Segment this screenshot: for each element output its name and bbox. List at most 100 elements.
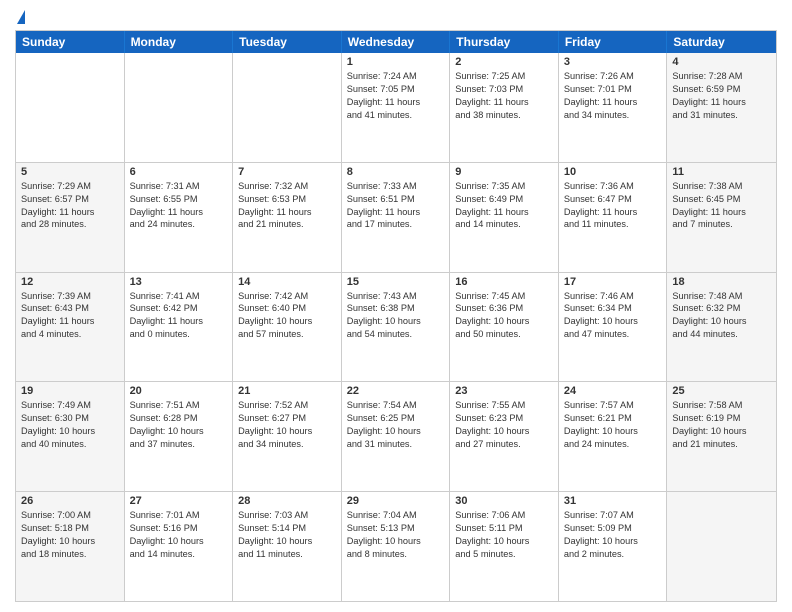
day-number: 21 (238, 385, 336, 397)
day-number: 18 (672, 276, 771, 288)
cell-line: Daylight: 11 hours (21, 206, 119, 219)
cell-line: Sunrise: 7:48 AM (672, 290, 771, 303)
cell-line: Daylight: 10 hours (21, 425, 119, 438)
day-cell-5: 5Sunrise: 7:29 AMSunset: 6:57 PMDaylight… (16, 163, 125, 272)
header-day-wednesday: Wednesday (342, 31, 451, 53)
cell-line: and 41 minutes. (347, 109, 445, 122)
day-cell-16: 16Sunrise: 7:45 AMSunset: 6:36 PMDayligh… (450, 273, 559, 382)
day-cell-14: 14Sunrise: 7:42 AMSunset: 6:40 PMDayligh… (233, 273, 342, 382)
cell-line: Daylight: 10 hours (238, 535, 336, 548)
cell-line: Daylight: 11 hours (672, 96, 771, 109)
cell-line: and 54 minutes. (347, 328, 445, 341)
day-number: 29 (347, 495, 445, 507)
cell-line: Sunrise: 7:24 AM (347, 70, 445, 83)
cell-line: and 24 minutes. (564, 438, 662, 451)
header-day-monday: Monday (125, 31, 234, 53)
day-cell-11: 11Sunrise: 7:38 AMSunset: 6:45 PMDayligh… (667, 163, 776, 272)
day-cell-10: 10Sunrise: 7:36 AMSunset: 6:47 PMDayligh… (559, 163, 668, 272)
cell-line: and 34 minutes. (238, 438, 336, 451)
cell-line: Daylight: 10 hours (564, 315, 662, 328)
day-number: 12 (21, 276, 119, 288)
cell-line: and 27 minutes. (455, 438, 553, 451)
cell-line: Sunset: 6:19 PM (672, 412, 771, 425)
cell-line: and 31 minutes. (672, 109, 771, 122)
cell-line: and 14 minutes. (130, 548, 228, 561)
cell-line: Sunrise: 7:00 AM (21, 509, 119, 522)
calendar-row-2: 12Sunrise: 7:39 AMSunset: 6:43 PMDayligh… (16, 272, 776, 382)
cell-line: Daylight: 10 hours (455, 535, 553, 548)
day-cell-28: 28Sunrise: 7:03 AMSunset: 5:14 PMDayligh… (233, 492, 342, 601)
day-number: 13 (130, 276, 228, 288)
day-cell-12: 12Sunrise: 7:39 AMSunset: 6:43 PMDayligh… (16, 273, 125, 382)
day-number: 7 (238, 166, 336, 178)
day-number: 14 (238, 276, 336, 288)
cell-line: Sunrise: 7:35 AM (455, 180, 553, 193)
calendar-body: 1Sunrise: 7:24 AMSunset: 7:05 PMDaylight… (16, 53, 776, 601)
cell-line: Daylight: 10 hours (672, 315, 771, 328)
day-number: 2 (455, 56, 553, 68)
day-cell-24: 24Sunrise: 7:57 AMSunset: 6:21 PMDayligh… (559, 382, 668, 491)
day-cell-7: 7Sunrise: 7:32 AMSunset: 6:53 PMDaylight… (233, 163, 342, 272)
cell-line: Daylight: 11 hours (455, 96, 553, 109)
cell-line: Sunset: 5:11 PM (455, 522, 553, 535)
cell-line: Sunrise: 7:49 AM (21, 399, 119, 412)
cell-line: Sunset: 5:14 PM (238, 522, 336, 535)
day-cell-6: 6Sunrise: 7:31 AMSunset: 6:55 PMDaylight… (125, 163, 234, 272)
day-number: 20 (130, 385, 228, 397)
day-cell-8: 8Sunrise: 7:33 AMSunset: 6:51 PMDaylight… (342, 163, 451, 272)
cell-line: and 2 minutes. (564, 548, 662, 561)
cell-line: Sunrise: 7:46 AM (564, 290, 662, 303)
cell-line: Daylight: 10 hours (564, 535, 662, 548)
calendar-row-4: 26Sunrise: 7:00 AMSunset: 5:18 PMDayligh… (16, 491, 776, 601)
cell-line: Sunset: 6:36 PM (455, 302, 553, 315)
cell-line: and 50 minutes. (455, 328, 553, 341)
empty-cell-0-1 (125, 53, 234, 162)
logo-triangle-icon (17, 10, 25, 24)
day-number: 5 (21, 166, 119, 178)
cell-line: Sunset: 6:51 PM (347, 193, 445, 206)
day-number: 4 (672, 56, 771, 68)
cell-line: Sunset: 6:38 PM (347, 302, 445, 315)
cell-line: and 11 minutes. (238, 548, 336, 561)
cell-line: Sunset: 6:45 PM (672, 193, 771, 206)
cell-line: Sunrise: 7:26 AM (564, 70, 662, 83)
cell-line: Sunset: 5:18 PM (21, 522, 119, 535)
cell-line: Sunset: 6:53 PM (238, 193, 336, 206)
day-number: 30 (455, 495, 553, 507)
calendar: SundayMondayTuesdayWednesdayThursdayFrid… (15, 30, 777, 602)
day-cell-25: 25Sunrise: 7:58 AMSunset: 6:19 PMDayligh… (667, 382, 776, 491)
cell-line: Daylight: 11 hours (455, 206, 553, 219)
day-number: 9 (455, 166, 553, 178)
cell-line: and 5 minutes. (455, 548, 553, 561)
day-number: 24 (564, 385, 662, 397)
day-number: 16 (455, 276, 553, 288)
cell-line: and 38 minutes. (455, 109, 553, 122)
cell-line: Sunset: 6:47 PM (564, 193, 662, 206)
day-number: 3 (564, 56, 662, 68)
calendar-row-3: 19Sunrise: 7:49 AMSunset: 6:30 PMDayligh… (16, 381, 776, 491)
header-day-tuesday: Tuesday (233, 31, 342, 53)
cell-line: and 21 minutes. (238, 218, 336, 231)
day-cell-30: 30Sunrise: 7:06 AMSunset: 5:11 PMDayligh… (450, 492, 559, 601)
cell-line: Daylight: 11 hours (564, 96, 662, 109)
cell-line: Daylight: 10 hours (238, 425, 336, 438)
cell-line: Sunset: 6:42 PM (130, 302, 228, 315)
cell-line: and 57 minutes. (238, 328, 336, 341)
cell-line: Daylight: 11 hours (347, 96, 445, 109)
cell-line: Daylight: 11 hours (21, 315, 119, 328)
cell-line: Sunrise: 7:38 AM (672, 180, 771, 193)
day-cell-17: 17Sunrise: 7:46 AMSunset: 6:34 PMDayligh… (559, 273, 668, 382)
day-cell-22: 22Sunrise: 7:54 AMSunset: 6:25 PMDayligh… (342, 382, 451, 491)
cell-line: Sunset: 6:55 PM (130, 193, 228, 206)
cell-line: Sunrise: 7:32 AM (238, 180, 336, 193)
cell-line: Sunrise: 7:29 AM (21, 180, 119, 193)
header-day-thursday: Thursday (450, 31, 559, 53)
cell-line: Sunrise: 7:51 AM (130, 399, 228, 412)
cell-line: Sunset: 6:49 PM (455, 193, 553, 206)
empty-cell-0-2 (233, 53, 342, 162)
page: SundayMondayTuesdayWednesdayThursdayFrid… (0, 0, 792, 612)
day-cell-26: 26Sunrise: 7:00 AMSunset: 5:18 PMDayligh… (16, 492, 125, 601)
cell-line: Sunrise: 7:07 AM (564, 509, 662, 522)
cell-line: Sunset: 5:09 PM (564, 522, 662, 535)
cell-line: Sunrise: 7:41 AM (130, 290, 228, 303)
